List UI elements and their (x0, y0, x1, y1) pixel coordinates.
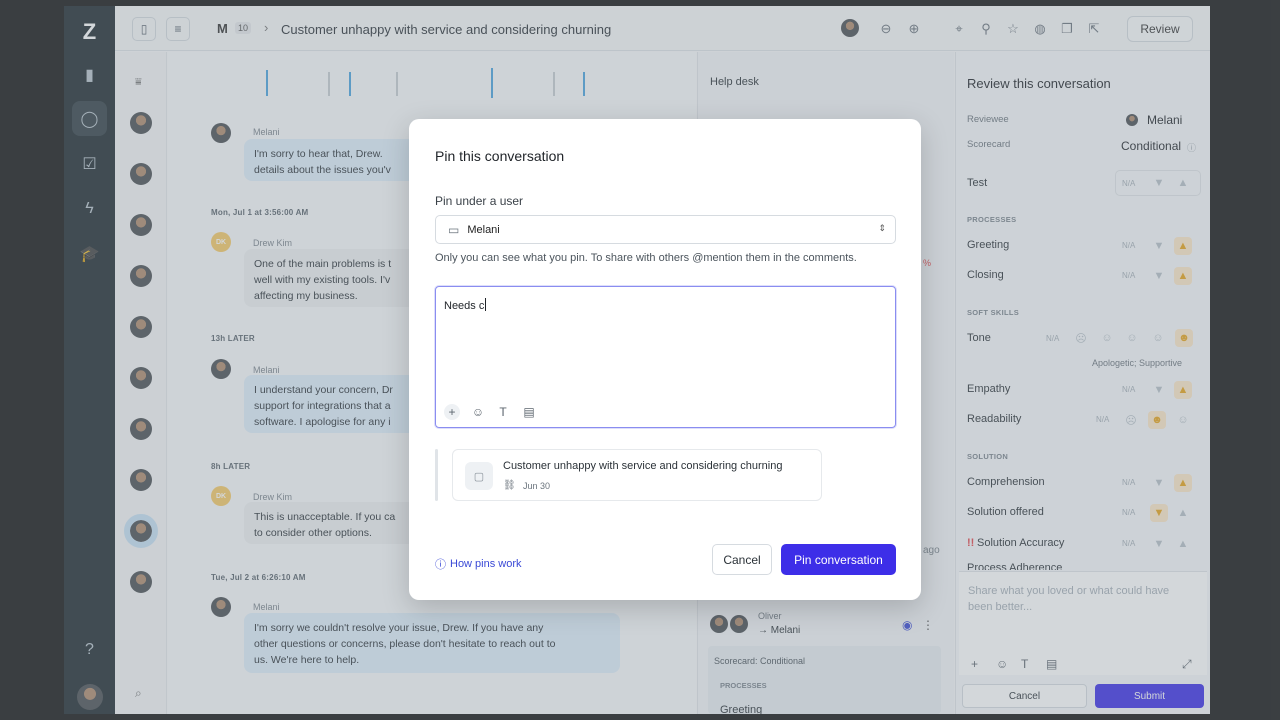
conversation-icon: ▢ (465, 462, 493, 490)
pin-conversation-dialog: Pin this conversation Pin under a user ▭… (409, 119, 921, 600)
pin-under-label: Pin under a user (435, 194, 524, 208)
user-select[interactable]: ▭ Melani ⇕ (435, 215, 896, 244)
folder-icon: ▭ (448, 222, 460, 237)
dialog-title: Pin this conversation (435, 148, 565, 164)
note-textarea[interactable]: Needs c + ☺ T ▤ (435, 286, 896, 428)
user-select-value: Melani (467, 223, 500, 236)
how-pins-work-label: How pins work (450, 558, 522, 570)
how-pins-work-link[interactable]: ⓘ How pins work (435, 556, 522, 572)
card-date: Jun 30 (523, 481, 551, 491)
emoji-icon[interactable]: ☺ (470, 404, 486, 420)
cancel-button[interactable]: Cancel (712, 544, 772, 575)
text-format-icon[interactable]: T (495, 404, 511, 420)
conversation-card[interactable]: ▢ Customer unhappy with service and cons… (452, 449, 822, 501)
quote-bar (435, 449, 438, 501)
template-icon[interactable]: ▤ (521, 404, 537, 420)
card-title: Customer unhappy with service and consid… (503, 460, 783, 472)
add-icon[interactable]: + (444, 404, 460, 420)
info-icon: ⓘ (435, 559, 446, 571)
note-value: Needs c (444, 300, 485, 312)
text-caret (485, 298, 487, 311)
link-icon: ⛓ (503, 480, 516, 491)
pin-visibility-hint: Only you can see what you pin. To share … (435, 252, 857, 264)
pin-conversation-button[interactable]: Pin conversation (781, 544, 896, 575)
select-arrows-icon: ⇕ (878, 223, 886, 233)
note-text: Needs c (444, 298, 487, 312)
